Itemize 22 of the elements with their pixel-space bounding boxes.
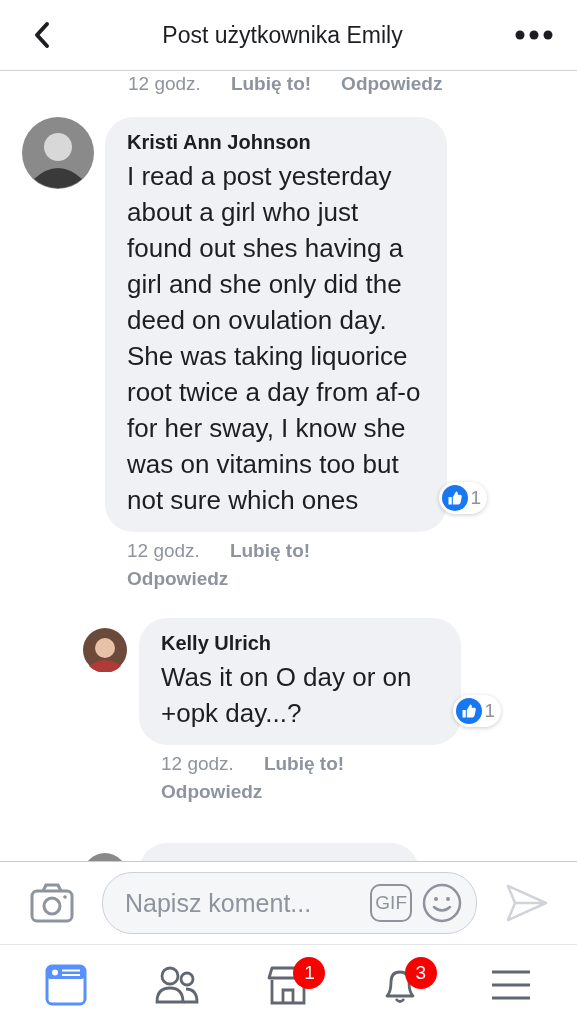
comment-author[interactable]: Kristi Ann Johnson: [127, 131, 427, 154]
like-link[interactable]: Lubię to!: [263, 753, 345, 775]
page-title: Post użytkownika Emily: [162, 21, 403, 49]
like-link[interactable]: Lubię to!: [230, 73, 312, 95]
reply-link[interactable]: Odpowiedz: [341, 73, 443, 95]
comment-text: I read a post yesterday about a girl who just found out shes having a girl and she only did the deed on ovulation day. She was taking liquorice root twice a day from af-o for her sway, I know she was on vitamins too but not sure which ones: [127, 160, 422, 517]
market-tab[interactable]: 1: [248, 954, 329, 1015]
comment-time: 12 godz.: [128, 73, 201, 95]
reaction-count[interactable]: 1: [453, 695, 501, 727]
notification-badge: 1: [293, 956, 326, 989]
comment-time: 12 godz.: [127, 540, 200, 562]
comment-text: Was it on O day or on +opk day...?: [161, 661, 413, 730]
like-link[interactable]: Lubię to!: [229, 540, 311, 562]
reaction-count[interactable]: 1: [439, 482, 487, 514]
bell-tab[interactable]: 3: [359, 954, 440, 1015]
notification-badge: 3: [404, 956, 437, 989]
comment-field[interactable]: Napisz koment... GIF: [102, 872, 477, 934]
comment-time: 12 godz.: [161, 753, 234, 775]
reply-link[interactable]: Odpowiedz: [127, 568, 229, 590]
reply-link[interactable]: Odpowiedz: [161, 781, 263, 803]
gif-button[interactable]: GIF: [370, 884, 412, 922]
comment-author[interactable]: Kelly Ulrich: [161, 632, 441, 655]
